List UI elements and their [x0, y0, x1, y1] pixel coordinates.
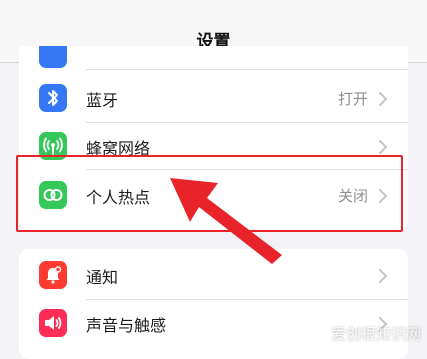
- watermark: 爱创根知识网: [330, 325, 421, 343]
- red-arrow-annotation: [170, 178, 282, 264]
